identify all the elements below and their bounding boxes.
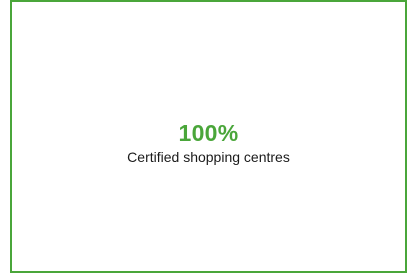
stat-value: 100%	[178, 120, 239, 146]
stat-label: Certified shopping centres	[127, 149, 290, 165]
stat-card: 100% Certified shopping centres	[10, 0, 407, 273]
stat-block: 100% Certified shopping centres	[12, 119, 405, 166]
